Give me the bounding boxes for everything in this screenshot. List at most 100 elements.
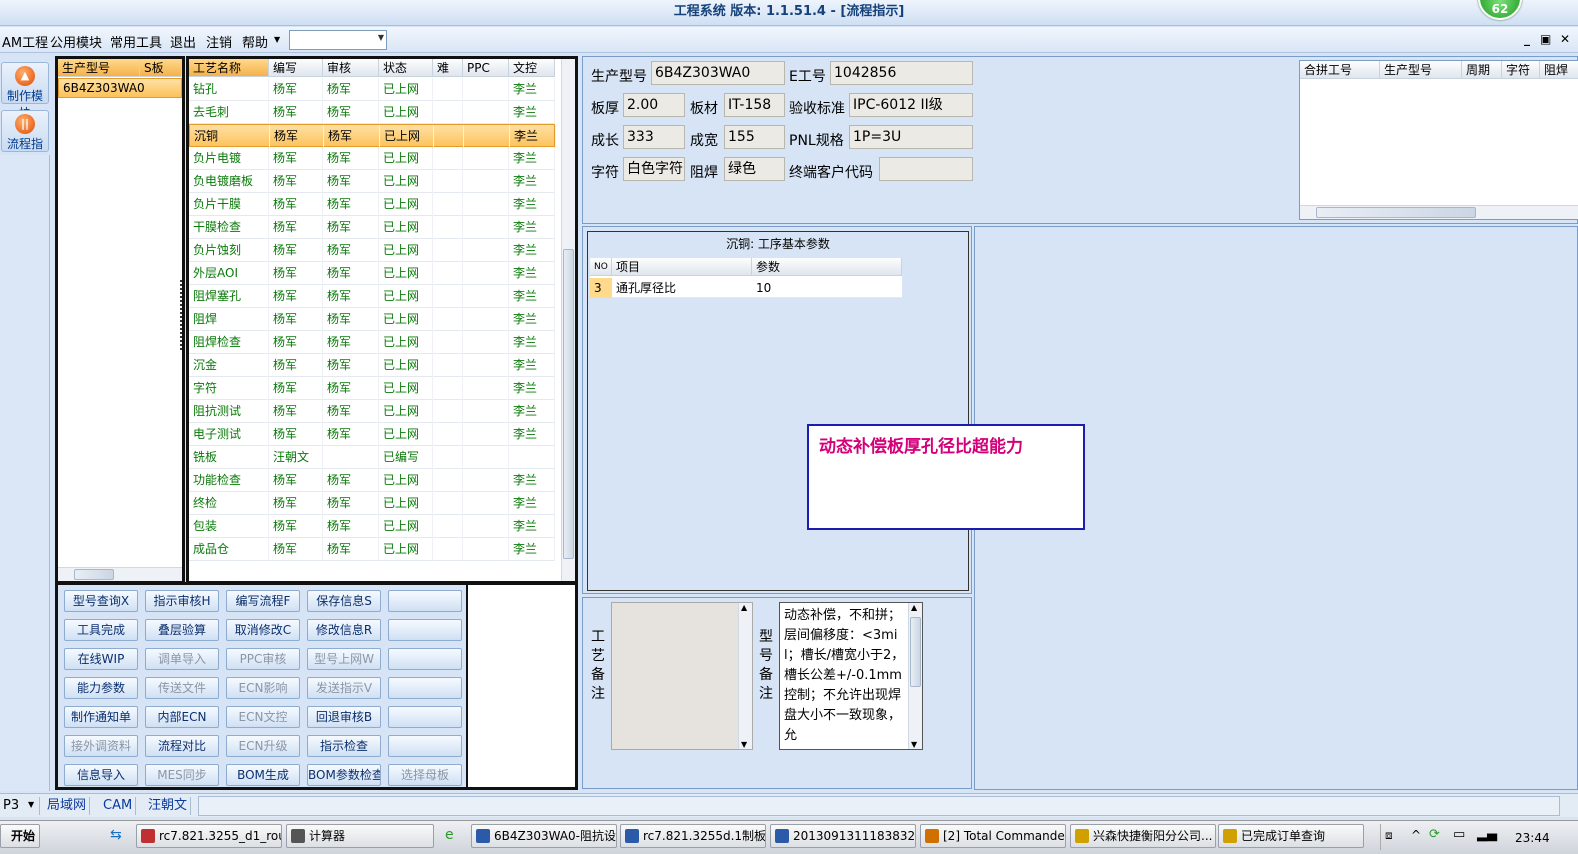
action-button[interactable]: 传送文件 <box>145 677 219 699</box>
material-field[interactable]: IT-158 <box>724 93 785 117</box>
arrow-up-icon[interactable]: ▲ <box>741 603 747 612</box>
table-row[interactable]: 成品仓 杨军 杨军 已上网 李兰 <box>189 538 555 561</box>
action-button[interactable]: 编写流程F <box>226 590 300 612</box>
table-row[interactable]: 电子测试 杨军 杨军 已上网 李兰 <box>189 423 555 446</box>
table-row[interactable]: 沉金 杨军 杨军 已上网 李兰 <box>189 354 555 377</box>
browser-icon[interactable]: e <box>445 827 454 843</box>
action-button[interactable]: 工具完成 <box>64 619 138 641</box>
taskbar-button[interactable]: rc7.821.3255d.1制板... <box>620 824 766 848</box>
action-button[interactable]: 调单导入 <box>145 648 219 670</box>
table-row[interactable]: 负片干膜 杨军 杨军 已上网 李兰 <box>189 193 555 216</box>
taskbar-button[interactable]: rc7.821.3255_d1_rou... <box>136 824 282 848</box>
scroll-thumb[interactable] <box>563 249 574 559</box>
action-button[interactable]: ECN升级 <box>226 735 300 757</box>
table-row[interactable]: 外层AOI 杨军 杨军 已上网 李兰 <box>189 262 555 285</box>
action-button[interactable]: 保存信息S <box>307 590 381 612</box>
sync-icon[interactable]: ⟳ <box>1429 827 1440 842</box>
table-row[interactable]: 阻焊检查 杨军 杨军 已上网 李兰 <box>189 331 555 354</box>
taskbar-button[interactable]: 兴森快捷衡阳分公司... <box>1070 824 1216 848</box>
model-remark-textarea[interactable]: 动态补偿，不和拼；层间偏移度：<3mil；槽长/槽宽小于2，槽长公差+/-0.1… <box>779 602 923 750</box>
customer-field[interactable] <box>879 157 973 181</box>
column-header[interactable]: 周期 <box>1462 61 1502 79</box>
action-button[interactable] <box>388 735 462 757</box>
column-header[interactable]: 审核 <box>323 59 379 77</box>
table-row[interactable]: 3 通孔厚径比 10 <box>590 278 902 298</box>
action-button[interactable]: 流程对比 <box>145 735 219 757</box>
action-button[interactable]: 内部ECN <box>145 706 219 728</box>
menu-item-am[interactable]: AM工程 <box>2 32 48 51</box>
action-button[interactable]: ECN文控 <box>226 706 300 728</box>
side-button-make-module[interactable]: ▲ 制作模块 <box>1 62 49 120</box>
column-header[interactable]: S板 <box>140 59 182 77</box>
action-button[interactable] <box>388 590 462 612</box>
scroll-thumb[interactable] <box>74 569 114 580</box>
device-icon[interactable]: ▭ <box>1453 827 1465 842</box>
arrow-up-icon[interactable]: ▲ <box>911 603 917 612</box>
column-header[interactable]: 合拼工号 <box>1300 61 1380 79</box>
start-button[interactable]: 开始 <box>0 824 40 848</box>
action-button[interactable] <box>388 648 462 670</box>
action-button[interactable]: MES同步 <box>145 764 219 786</box>
arrow-down-icon[interactable]: ▼ <box>911 740 917 749</box>
menu-dropdown-icon[interactable]: ▼ <box>274 35 280 44</box>
scroll-thumb[interactable] <box>910 617 921 687</box>
column-header[interactable]: 参数 <box>752 258 902 276</box>
action-button[interactable]: 型号上网W <box>307 648 381 670</box>
action-button[interactable]: 制作通知单 <box>64 706 138 728</box>
thickness-field[interactable]: 2.00 <box>623 93 685 117</box>
action-button[interactable]: ECN影响 <box>226 677 300 699</box>
menu-item-public[interactable]: 公用模块 <box>50 32 102 51</box>
action-button[interactable]: 能力参数 <box>64 677 138 699</box>
action-button[interactable]: 接外调资料 <box>64 735 138 757</box>
side-button-flow[interactable]: || 流程指示 <box>1 110 49 168</box>
table-row[interactable]: 阻焊 杨军 杨军 已上网 李兰 <box>189 308 555 331</box>
table-row[interactable]: 阻抗测试 杨军 杨军 已上网 李兰 <box>189 400 555 423</box>
width-field[interactable]: 155 <box>724 125 785 149</box>
close-icon[interactable]: ✕ <box>1560 32 1570 46</box>
arrow-down-icon[interactable]: ▼ <box>741 740 747 749</box>
column-header[interactable]: 工艺名称 <box>189 59 269 77</box>
action-button[interactable] <box>388 619 462 641</box>
taskbar-button[interactable]: 20130913111838328.... <box>770 824 916 848</box>
action-button[interactable]: PPC审核 <box>226 648 300 670</box>
action-button[interactable]: 指示审核H <box>145 590 219 612</box>
column-header[interactable]: 文控 <box>509 59 555 77</box>
table-row[interactable]: 功能检查 杨军 杨军 已上网 李兰 <box>189 469 555 492</box>
table-row[interactable]: 去毛刺 杨军 杨军 已上网 李兰 <box>189 101 555 124</box>
minimize-icon[interactable]: _ <box>1524 32 1530 46</box>
table-row[interactable]: 负电镀磨板 杨军 杨军 已上网 李兰 <box>189 170 555 193</box>
column-header[interactable]: 项目 <box>612 258 752 276</box>
e-number-field[interactable]: 1042856 <box>830 61 973 85</box>
table-row[interactable]: 钻孔 杨军 杨军 已上网 李兰 <box>189 78 555 101</box>
standard-field[interactable]: IPC-6012 II级 <box>849 93 973 117</box>
action-button[interactable]: 修改信息R <box>307 619 381 641</box>
action-button[interactable]: 型号查询X <box>64 590 138 612</box>
model-field[interactable]: 6B4Z303WA0 <box>651 61 785 85</box>
action-button[interactable]: 取消修改C <box>226 619 300 641</box>
clock[interactable]: 23:44 <box>1515 831 1550 845</box>
mask-field[interactable]: 绿色 <box>724 157 785 181</box>
taskbar-button[interactable]: [2] Total Commander ... <box>920 824 1066 848</box>
horizontal-scrollbar[interactable] <box>58 567 182 581</box>
table-row[interactable]: 负片电镀 杨军 杨军 已上网 李兰 <box>189 147 555 170</box>
action-button[interactable]: 叠层验算 <box>145 619 219 641</box>
scroll-thumb[interactable] <box>1316 207 1476 218</box>
table-row[interactable]: 包装 杨军 杨军 已上网 李兰 <box>189 515 555 538</box>
restore-icon[interactable]: ▣ <box>1540 32 1551 46</box>
table-row[interactable]: 终检 杨军 杨军 已上网 李兰 <box>189 492 555 515</box>
taskbar-button[interactable]: 已完成订单查询 <box>1218 824 1364 848</box>
arrow-up-icon[interactable]: ^ <box>1411 828 1421 842</box>
network-icon[interactable]: ⧈ <box>1385 828 1393 843</box>
vertical-scrollbar[interactable]: ▲ ▼ <box>738 603 752 749</box>
table-row[interactable]: 铣板 汪朝文 已编写 <box>189 446 555 469</box>
signal-icon[interactable]: ▂▄ <box>1477 827 1497 842</box>
action-button[interactable] <box>388 706 462 728</box>
horizontal-scrollbar[interactable] <box>1300 205 1578 219</box>
menu-item-help[interactable]: 帮助 <box>242 32 268 51</box>
action-button[interactable]: 选择母板 <box>388 764 462 786</box>
action-button[interactable]: 指示检查 <box>307 735 381 757</box>
column-header[interactable]: 难 <box>433 59 463 77</box>
menu-item-exit[interactable]: 退出 <box>170 32 196 51</box>
column-header[interactable]: 生产型号 <box>1380 61 1462 79</box>
pnl-field[interactable]: 1P=3U <box>849 125 973 149</box>
